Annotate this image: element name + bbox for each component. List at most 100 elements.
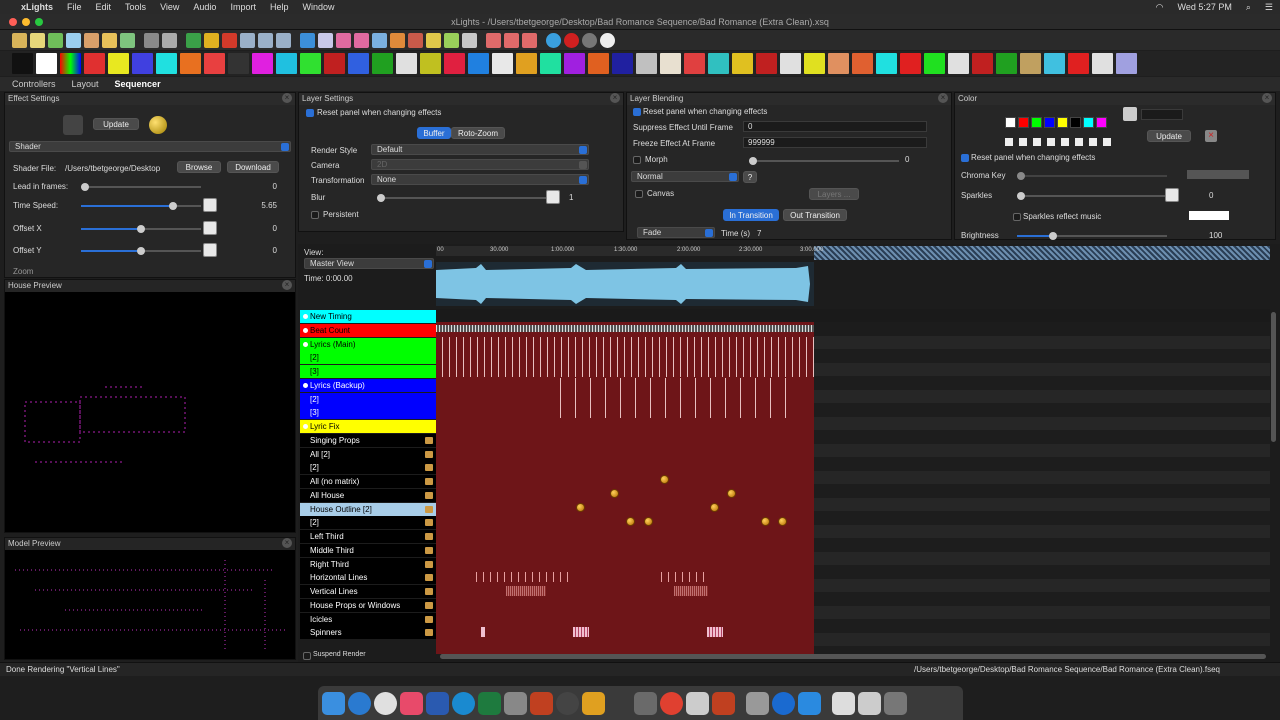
model-row[interactable]: Lyric Fix xyxy=(300,420,436,433)
system-preferences-icon[interactable] xyxy=(504,691,527,715)
open-folder-icon[interactable] xyxy=(12,32,27,48)
effect-faces-icon[interactable] xyxy=(780,53,801,74)
excel-icon[interactable] xyxy=(478,691,501,715)
effect-bulb-icon[interactable] xyxy=(644,517,653,526)
model-row[interactable]: [2] xyxy=(300,392,436,406)
close-icon[interactable]: × xyxy=(1262,93,1272,103)
menu-view[interactable]: View xyxy=(153,2,186,12)
app-icon[interactable] xyxy=(634,691,657,715)
update-button[interactable]: Update xyxy=(93,118,139,130)
render-icon[interactable] xyxy=(84,32,99,48)
freeze-input[interactable]: 999999 xyxy=(743,137,927,148)
documents-icon[interactable] xyxy=(832,691,855,715)
close-icon[interactable]: × xyxy=(282,280,292,290)
model-row[interactable]: Left Third xyxy=(300,530,436,543)
effect-bulb-icon[interactable] xyxy=(626,517,635,526)
close-icon[interactable]: × xyxy=(938,93,948,103)
offset-y-value[interactable]: 0 xyxy=(237,246,277,255)
palette-check[interactable] xyxy=(1019,138,1027,146)
pause-icon[interactable] xyxy=(204,32,219,48)
close-icon[interactable]: × xyxy=(610,93,620,103)
audio-waveform[interactable] xyxy=(436,262,814,306)
zoom-out-icon[interactable] xyxy=(504,32,519,48)
xschedule-icon[interactable] xyxy=(556,691,579,715)
model-row[interactable]: All [2] xyxy=(300,447,436,461)
rewind-icon[interactable] xyxy=(240,32,255,48)
effect-block[interactable] xyxy=(481,627,485,637)
sparkles-slider[interactable] xyxy=(1017,192,1167,200)
transition-type-select[interactable]: Fade xyxy=(637,227,715,238)
fast-forward-icon[interactable] xyxy=(258,32,273,48)
sparkle-color-swatch[interactable] xyxy=(1189,211,1229,220)
palette-swatch[interactable] xyxy=(1070,117,1081,128)
wand-icon[interactable] xyxy=(462,32,477,48)
effect-bulb-icon[interactable] xyxy=(761,517,770,526)
menu-import[interactable]: Import xyxy=(223,2,263,12)
layers-icon[interactable] xyxy=(318,32,333,48)
menu-file[interactable]: File xyxy=(60,2,89,12)
play-icon[interactable] xyxy=(186,32,201,48)
effect-guitar-icon[interactable] xyxy=(636,53,657,74)
chrome-icon[interactable] xyxy=(660,691,683,715)
render-style-select[interactable]: Default xyxy=(371,144,589,155)
list-icon[interactable]: ☰ xyxy=(1258,2,1280,13)
model-row[interactable]: Lyrics (Backup) xyxy=(300,378,436,392)
reset-panel-checkbox[interactable] xyxy=(633,108,641,116)
palette-swatch[interactable] xyxy=(1044,117,1055,128)
palette-check[interactable] xyxy=(1005,138,1013,146)
record-icon[interactable] xyxy=(564,32,579,48)
help-icon[interactable] xyxy=(546,32,561,48)
palette-check[interactable] xyxy=(1061,138,1069,146)
blend-mode-select[interactable]: Normal xyxy=(631,171,739,182)
model-row[interactable]: Vertical Lines xyxy=(300,585,436,598)
edge-icon[interactable] xyxy=(772,691,795,715)
chroma-color-swatch[interactable] xyxy=(1187,170,1249,179)
effect-shockwave-icon[interactable] xyxy=(444,53,465,74)
suppress-input[interactable]: 0 xyxy=(743,121,927,132)
music-icon[interactable] xyxy=(400,691,423,715)
effect-select[interactable]: Shader xyxy=(9,141,291,152)
effect-spirals-icon[interactable] xyxy=(492,53,513,74)
morph-checkbox[interactable] xyxy=(633,156,641,164)
search-icon[interactable]: ⌕ xyxy=(1239,2,1258,13)
model-preview-canvas[interactable] xyxy=(5,550,295,660)
shader-file-path[interactable]: /Users/tbetgeorge/Desktop xyxy=(65,164,175,173)
model-row[interactable]: House Props or Windows xyxy=(300,598,436,612)
morph-value[interactable]: 0 xyxy=(905,155,909,164)
effect-butterfly-icon[interactable] xyxy=(84,53,105,74)
palette-swatch[interactable] xyxy=(1057,117,1068,128)
camera-select[interactable]: 2D xyxy=(371,159,589,170)
chroma-key-slider[interactable] xyxy=(1017,172,1167,180)
effect-pinwheel-icon[interactable] xyxy=(348,53,369,74)
effect-warp-icon[interactable] xyxy=(1116,53,1137,74)
effect-bulb-icon[interactable] xyxy=(778,517,787,526)
offset-y-slider[interactable] xyxy=(81,247,201,255)
effect-shimmer-icon[interactable] xyxy=(420,53,441,74)
effect-bulb-icon[interactable] xyxy=(610,489,619,498)
effect-bulb-icon[interactable] xyxy=(727,489,736,498)
bulb-off-icon[interactable] xyxy=(582,32,597,48)
model-row[interactable]: All House xyxy=(300,488,436,502)
effect-block[interactable] xyxy=(573,627,589,637)
transformation-select[interactable]: None xyxy=(371,174,589,185)
close-icon[interactable]: × xyxy=(282,538,292,548)
replay-icon[interactable] xyxy=(276,32,291,48)
effect-twinkle-icon[interactable] xyxy=(588,53,609,74)
palette-swatch[interactable] xyxy=(1083,117,1094,128)
offset-x-value[interactable]: 0 xyxy=(237,224,277,233)
grid-icon[interactable] xyxy=(372,32,387,48)
close-window-icon[interactable] xyxy=(9,18,17,26)
print-icon[interactable] xyxy=(102,32,117,48)
lyrics-backup-track[interactable] xyxy=(546,378,790,418)
sparkles-value[interactable]: 0 xyxy=(1209,191,1213,200)
zoom-window-icon[interactable] xyxy=(35,18,43,26)
model-row[interactable]: Horizontal Lines xyxy=(300,571,436,585)
time-speed-value[interactable]: 5.65 xyxy=(237,201,277,210)
effect-block[interactable] xyxy=(470,572,570,582)
effect-text-icon[interactable] xyxy=(540,53,561,74)
effect-circles-icon[interactable] xyxy=(108,53,129,74)
palette-icon[interactable] xyxy=(120,32,135,48)
brightness-value[interactable]: 100 xyxy=(1209,231,1222,240)
layers-button[interactable]: Layers ... xyxy=(809,188,859,200)
effect-vumeter-icon[interactable] xyxy=(1044,53,1065,74)
